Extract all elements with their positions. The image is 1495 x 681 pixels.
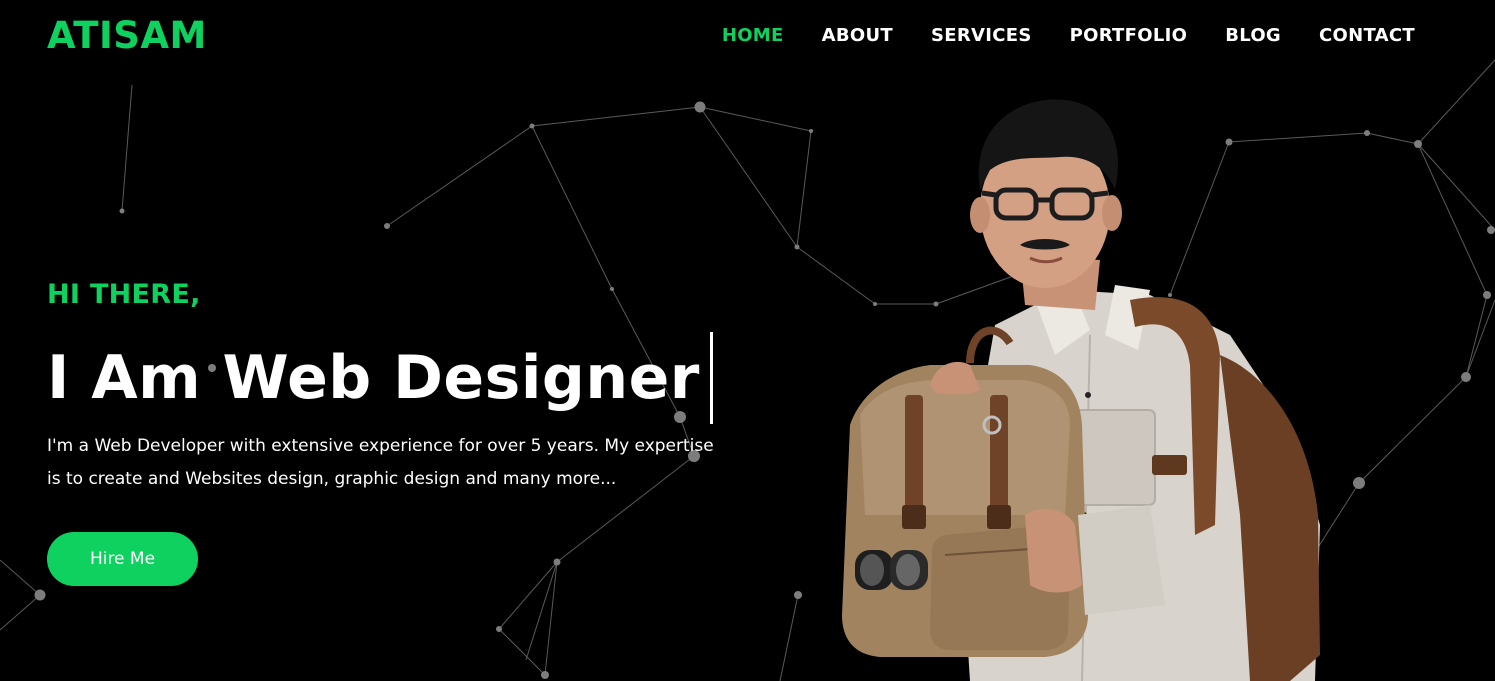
hire-me-button[interactable]: Hire Me (47, 532, 198, 586)
nav-item-services[interactable]: SERVICES (931, 25, 1032, 46)
nav-item-blog[interactable]: BLOG (1225, 25, 1281, 46)
hero-headline: I Am Web Designer (47, 332, 713, 424)
hero-page: ATISAM HOME ABOUT SERVICES PORTFOLIO BLO… (0, 0, 1495, 681)
nav-item-about[interactable]: ABOUT (822, 25, 893, 46)
nav-item-portfolio[interactable]: PORTFOLIO (1070, 25, 1188, 46)
hero-headline-text: I Am Web Designer (47, 343, 700, 413)
site-logo[interactable]: ATISAM (47, 14, 207, 57)
hero-greeting: HI THERE, (47, 279, 201, 310)
nav-item-home[interactable]: HOME (722, 25, 784, 46)
person-with-backpack-illustration (842, 99, 1320, 681)
hero-description: I'm a Web Developer with extensive exper… (47, 436, 714, 489)
nav-item-contact[interactable]: CONTACT (1319, 25, 1415, 46)
main-nav: HOME ABOUT SERVICES PORTFOLIO BLOG CONTA… (722, 25, 1415, 46)
typing-caret (709, 332, 713, 424)
